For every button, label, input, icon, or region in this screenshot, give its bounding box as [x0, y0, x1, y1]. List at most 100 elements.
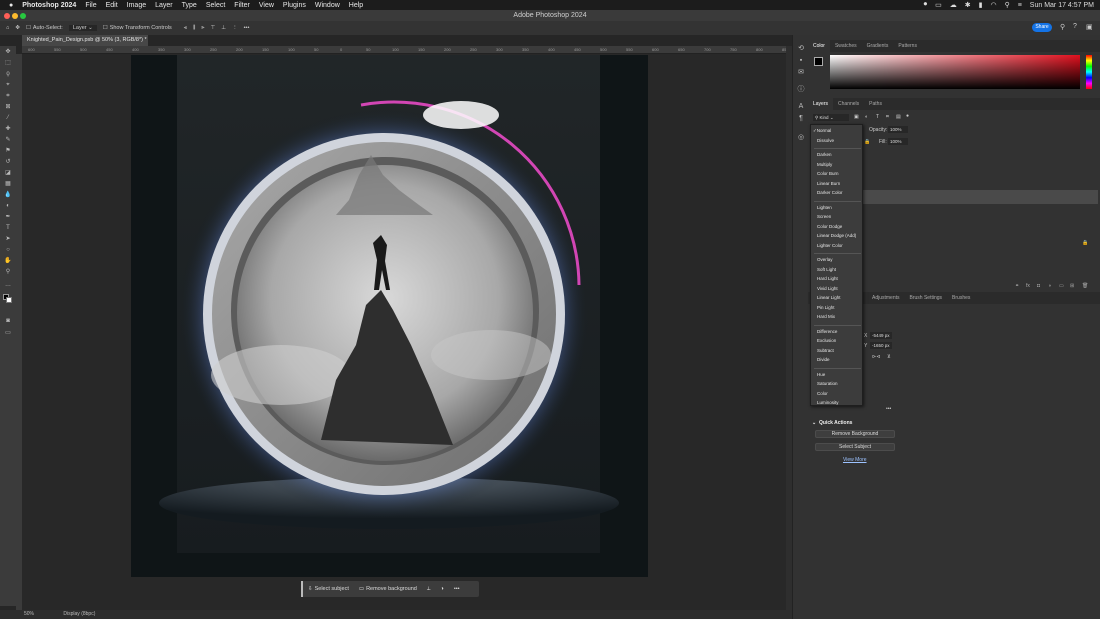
new-group-icon[interactable]: ▭	[1059, 283, 1064, 289]
history-brush-tool[interactable]: ↺	[4, 159, 12, 166]
help-icon[interactable]: ?	[1073, 23, 1077, 30]
flip-horizontal-icon[interactable]: ⊳⊲	[872, 354, 880, 360]
type-tool[interactable]: T	[4, 225, 12, 232]
blend-mode-option[interactable]: Overlay	[817, 256, 863, 264]
apple-icon[interactable]: ●	[9, 2, 13, 9]
blur-tool[interactable]: 💧	[4, 192, 12, 199]
blend-mode-option[interactable]: Soft Light	[817, 266, 863, 274]
tab-swatches[interactable]: Swatches	[830, 40, 862, 52]
filter-toggle-icon[interactable]: ●	[906, 113, 909, 119]
more-properties-icon[interactable]: •••	[886, 406, 891, 412]
blend-mode-option[interactable]: Color	[817, 390, 863, 398]
y-position-input[interactable]: -1650 px	[870, 342, 892, 349]
filter-type-icon[interactable]: T	[876, 114, 879, 120]
tab-channels[interactable]: Channels	[833, 98, 864, 110]
menu-file[interactable]: File	[85, 2, 96, 9]
blend-mode-option[interactable]: Subtract	[817, 347, 863, 355]
zoom-window-button[interactable]	[20, 13, 26, 19]
new-adjustment-icon[interactable]: ◑	[1048, 283, 1051, 289]
new-layer-icon[interactable]: ⊞	[1070, 283, 1074, 289]
clone-stamp-tool[interactable]: ⚑	[4, 148, 12, 155]
menu-select[interactable]: Select	[206, 2, 225, 9]
more-options-icon[interactable]: •••	[449, 586, 465, 592]
dodge-tool[interactable]: ◐	[4, 203, 12, 210]
select-subject-button[interactable]: ⇩ Select subject	[301, 581, 354, 597]
artboard-image[interactable]	[131, 55, 648, 577]
app-menu[interactable]: Photoshop 2024	[22, 2, 76, 9]
search-panel-icon[interactable]: ⚲	[1060, 23, 1065, 31]
document-tab[interactable]: Knighted_Pain_Design.psb @ 50% (3, RGB/8…	[22, 35, 148, 46]
info-icon[interactable]: ⓘ	[797, 86, 805, 94]
blend-mode-option[interactable]: ✓Normal	[813, 127, 859, 135]
menu-edit[interactable]: Edit	[106, 2, 118, 9]
paragraph-icon[interactable]: ¶	[797, 115, 805, 123]
add-mask-icon[interactable]: ◘	[1037, 283, 1040, 289]
blend-mode-option[interactable]: Lighten	[817, 204, 863, 212]
auto-select-target-dropdown[interactable]: Layer ⌄	[68, 25, 97, 31]
blend-mode-option[interactable]: Screen	[817, 213, 863, 221]
lock-icon[interactable]: 🔒	[864, 139, 870, 145]
blend-mode-option[interactable]: Exclusion	[817, 337, 863, 345]
close-window-button[interactable]	[4, 13, 10, 19]
zoom-tool[interactable]: ⚲	[4, 269, 12, 276]
search-icon[interactable]: ⚲	[1005, 1, 1010, 9]
align-center-icon[interactable]: ⫼	[193, 25, 196, 32]
control-center-icon[interactable]: ≡	[1018, 2, 1022, 9]
shape-tool[interactable]: ○	[4, 247, 12, 254]
distribute-icon[interactable]: ⋮	[232, 25, 238, 31]
auto-select-checkbox[interactable]: ☐	[26, 25, 31, 31]
delete-layer-icon[interactable]: 🗑	[1082, 283, 1088, 289]
workspace-icon[interactable]: ▣	[1086, 23, 1093, 31]
tab-color[interactable]: Color	[808, 40, 830, 52]
foreground-swatch[interactable]	[814, 57, 823, 66]
transform-icon[interactable]: ⟂	[422, 586, 436, 593]
x-position-input[interactable]: -5449 px	[870, 332, 892, 339]
healing-brush-tool[interactable]: ✚	[4, 126, 12, 133]
blend-mode-option[interactable]: Darken	[817, 151, 863, 159]
filter-shape-icon[interactable]: ⌗	[886, 114, 889, 120]
tab-patterns[interactable]: Patterns	[893, 40, 922, 52]
blend-mode-option[interactable]: Hue	[817, 371, 863, 379]
align-right-icon[interactable]: ⫸	[201, 25, 204, 32]
background-color-swatch[interactable]	[6, 297, 12, 303]
filter-pixel-icon[interactable]: ▣	[854, 114, 859, 120]
tab-paths[interactable]: Paths	[864, 98, 887, 110]
display-icon[interactable]: ▭	[935, 1, 942, 9]
wifi-icon[interactable]: ◠	[990, 1, 996, 9]
menu-filter[interactable]: Filter	[234, 2, 250, 9]
minimize-window-button[interactable]	[12, 13, 18, 19]
blend-mode-option[interactable]: Vivid Light	[817, 285, 863, 293]
path-selection-tool[interactable]: ➤	[4, 236, 12, 243]
move-tool[interactable]: ✥	[4, 49, 12, 56]
remove-background-quick-button[interactable]: Remove Background	[815, 430, 895, 438]
cloud-icon[interactable]: ☁	[950, 1, 957, 9]
layer-lock-icon[interactable]: 🔒	[1082, 240, 1088, 246]
pen-tool[interactable]: ✒	[4, 214, 12, 221]
filter-smart-object-icon[interactable]: ▤	[896, 114, 901, 120]
color-picker-field[interactable]	[830, 55, 1080, 89]
menubar-datetime[interactable]: Sun Mar 17 4:57 PM	[1030, 2, 1094, 9]
zoom-level[interactable]: 50%	[24, 611, 34, 617]
eyedropper-tool[interactable]: ⁄	[4, 115, 12, 122]
opacity-input[interactable]: 100%	[888, 126, 908, 133]
blend-mode-option[interactable]: Linear Light	[817, 294, 863, 302]
tab-gradients[interactable]: Gradients	[862, 40, 894, 52]
quick-actions-chevron-icon[interactable]: ⌄	[812, 420, 816, 426]
comments-icon[interactable]: ✉	[797, 69, 805, 77]
gradient-tool[interactable]: ▦	[4, 181, 12, 188]
quick-mask-icon[interactable]: ◙	[4, 318, 12, 325]
align-left-icon[interactable]: ⫷	[184, 25, 187, 32]
home-icon[interactable]: ⌂	[6, 25, 9, 31]
menu-image[interactable]: Image	[127, 2, 146, 9]
show-transform-checkbox[interactable]: ☐	[103, 25, 108, 31]
blend-mode-option[interactable]: Color Dodge	[817, 223, 863, 231]
share-button[interactable]: Share	[1032, 23, 1052, 32]
eraser-tool[interactable]: ◪	[4, 170, 12, 177]
blend-mode-option[interactable]: Hard Light	[817, 275, 863, 283]
menu-help[interactable]: Help	[349, 2, 363, 9]
blend-mode-option[interactable]: Darker Color	[817, 189, 863, 197]
blend-mode-option[interactable]: Divide	[817, 356, 863, 364]
blend-mode-option[interactable]: Dissolve	[817, 137, 863, 145]
doc-status[interactable]: Display (8bpc)	[63, 611, 95, 617]
record-icon[interactable]: ⏺	[924, 1, 928, 9]
